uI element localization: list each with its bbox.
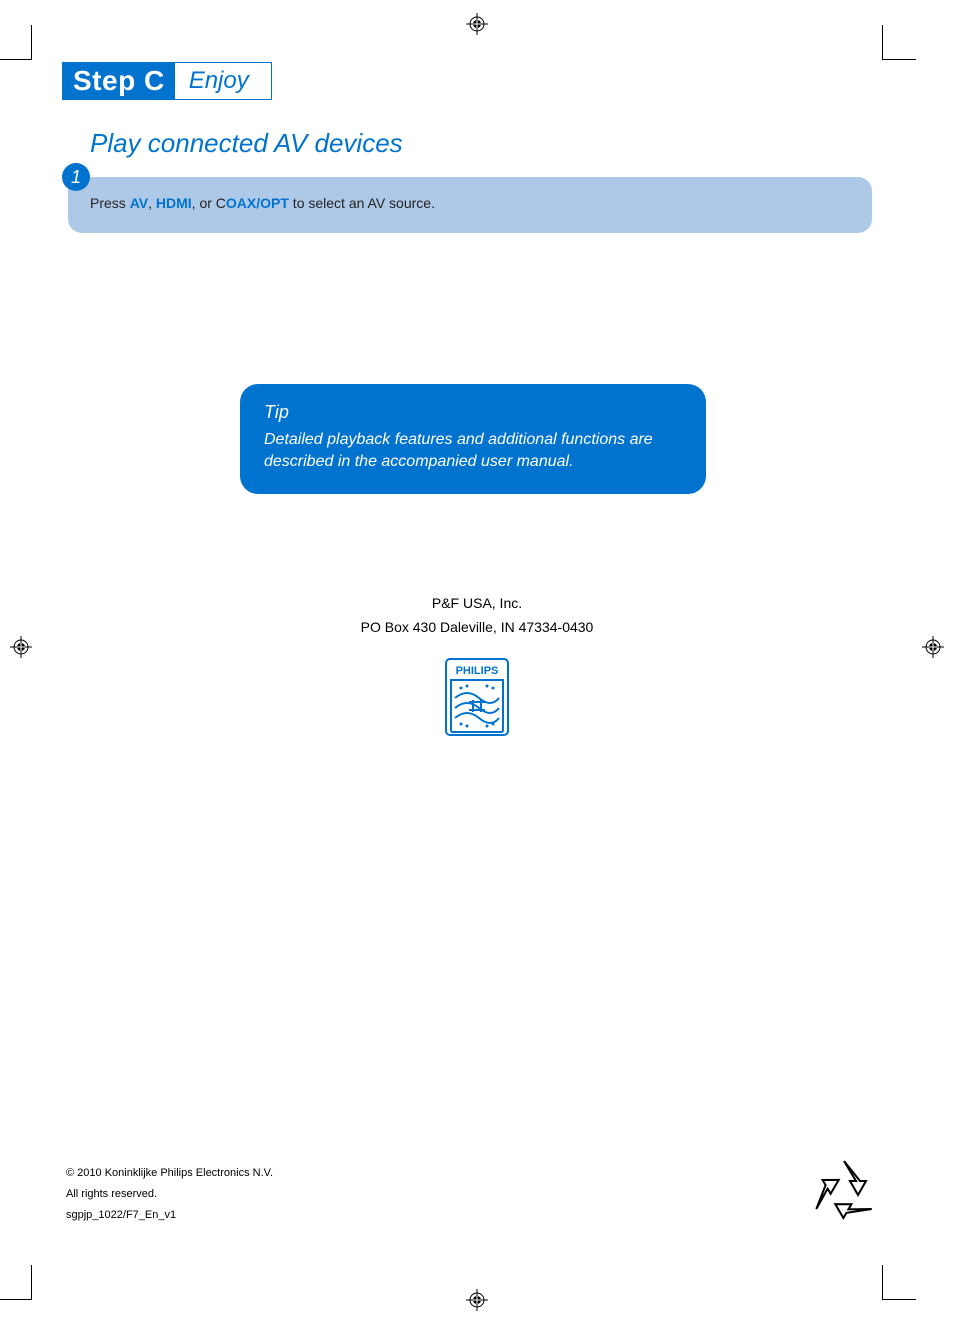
tip-box: Tip Detailed playback features and addit… bbox=[240, 384, 706, 494]
text: , or C bbox=[192, 195, 226, 211]
button-label-coax-opt: OAX/OPT bbox=[226, 195, 289, 211]
step-label: Step C bbox=[63, 63, 175, 99]
text: , bbox=[148, 195, 156, 211]
tip-body: Detailed playback features and additiona… bbox=[264, 429, 682, 472]
doc-id: sgpjp_1022/F7_En_v1 bbox=[66, 1205, 273, 1226]
registration-mark-icon bbox=[10, 636, 32, 658]
tip-title: Tip bbox=[264, 402, 682, 423]
company-info: P&F USA, Inc. PO Box 430 Daleville, IN 4… bbox=[62, 592, 892, 640]
button-label-hdmi: HDMI bbox=[156, 195, 192, 211]
instruction-step: 1 Press AV, HDMI, or COAX/OPT to select … bbox=[68, 177, 872, 233]
rights: All rights reserved. bbox=[66, 1184, 273, 1205]
step-number-badge: 1 bbox=[62, 163, 90, 191]
registration-mark-icon bbox=[466, 1289, 488, 1311]
step-action: Enjoy bbox=[175, 63, 263, 99]
step-header: Step C Enjoy bbox=[62, 62, 272, 100]
text: Press bbox=[90, 195, 130, 211]
text: to select an AV source. bbox=[289, 195, 435, 211]
logo-text: PHILIPS bbox=[456, 665, 499, 677]
company-name: P&F USA, Inc. bbox=[62, 592, 892, 616]
button-label-av: AV bbox=[130, 195, 148, 211]
section-title: Play connected AV devices bbox=[90, 128, 892, 159]
registration-mark-icon bbox=[466, 13, 488, 35]
company-address: PO Box 430 Daleville, IN 47334-0430 bbox=[62, 616, 892, 640]
copyright: © 2010 Koninklijke Philips Electronics N… bbox=[66, 1163, 273, 1184]
instruction-text: Press AV, HDMI, or COAX/OPT to select an… bbox=[68, 177, 872, 233]
footer: © 2010 Koninklijke Philips Electronics N… bbox=[66, 1163, 273, 1226]
philips-logo: PHILIPS bbox=[62, 658, 892, 736]
recycle-icon bbox=[808, 1155, 880, 1232]
registration-mark-icon bbox=[922, 636, 944, 658]
